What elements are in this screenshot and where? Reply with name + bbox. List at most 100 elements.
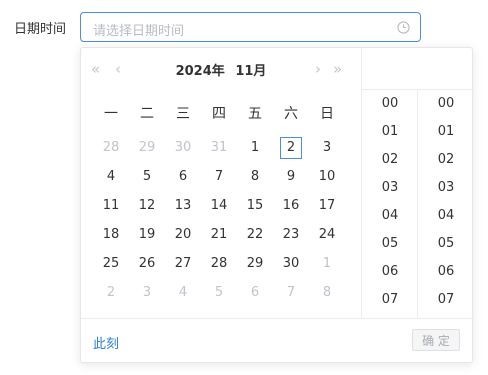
calendar-day[interactable]: 7: [273, 278, 309, 307]
hour-option[interactable]: 03: [362, 174, 418, 202]
calendar-week: 18 19 20 21 22 23 24: [93, 220, 345, 249]
weekday-label: 四: [212, 106, 226, 122]
calendar-day[interactable]: 30: [165, 133, 201, 162]
minute-option[interactable]: 01: [418, 118, 474, 146]
day-number: 7: [286, 285, 296, 300]
day-number: 20: [174, 227, 192, 242]
minute-option[interactable]: 05: [418, 230, 474, 258]
minute-option[interactable]: 04: [418, 202, 474, 230]
calendar-day[interactable]: 30: [273, 249, 309, 278]
calendar-day[interactable]: 1: [309, 249, 345, 278]
day-number: 2: [280, 136, 302, 159]
day-number: 23: [282, 227, 300, 242]
hour-option[interactable]: 02: [362, 146, 418, 174]
calendar-day[interactable]: 29: [237, 249, 273, 278]
calendar-day[interactable]: 13: [165, 191, 201, 220]
minute-option[interactable]: 07: [418, 286, 474, 314]
day-number: 11: [102, 198, 120, 213]
weekday-label: 三: [176, 106, 190, 122]
calendar-day[interactable]: 7: [201, 162, 237, 191]
hour-option[interactable]: 01: [362, 118, 418, 146]
day-number: 14: [210, 198, 228, 213]
calendar-day[interactable]: 20: [165, 220, 201, 249]
hour-option[interactable]: 00: [362, 90, 418, 118]
calendar-day[interactable]: 18: [93, 220, 129, 249]
minute-option[interactable]: 00: [418, 90, 474, 118]
day-number: 8: [322, 285, 332, 300]
next-year-icon[interactable]: »: [333, 60, 342, 78]
weekday-label: 二: [140, 106, 154, 122]
calendar-day[interactable]: 22: [237, 220, 273, 249]
calendar-day[interactable]: 26: [129, 249, 165, 278]
day-number: 5: [142, 169, 152, 184]
hour-list[interactable]: 00 01 02 03 04 05 06 07: [362, 90, 418, 314]
now-link[interactable]: 此刻: [93, 333, 119, 352]
calendar-day[interactable]: 21: [201, 220, 237, 249]
calendar-day[interactable]: 8: [237, 162, 273, 191]
calendar-day[interactable]: 6: [237, 278, 273, 307]
day-number: 5: [214, 285, 224, 300]
year-label[interactable]: 2024年: [176, 64, 225, 79]
calendar-day[interactable]: 28: [201, 249, 237, 278]
calendar-day[interactable]: 15: [237, 191, 273, 220]
day-number: 26: [138, 256, 156, 271]
calendar-day[interactable]: 27: [165, 249, 201, 278]
hour-option[interactable]: 05: [362, 230, 418, 258]
weekday-label: 六: [284, 106, 298, 122]
calendar-day[interactable]: 23: [273, 220, 309, 249]
calendar-day[interactable]: 2: [93, 278, 129, 307]
calendar-week: 4 5 6 7 8 9 10: [93, 162, 345, 191]
day-number: 4: [178, 285, 188, 300]
calendar-week: 11 12 13 14 15 16 17: [93, 191, 345, 220]
hour-option[interactable]: 04: [362, 202, 418, 230]
hour-option[interactable]: 07: [362, 286, 418, 314]
calendar-day-selected[interactable]: 2: [273, 133, 309, 162]
minute-option[interactable]: 06: [418, 258, 474, 286]
calendar-week: 25 26 27 28 29 30 1: [93, 249, 345, 278]
datetime-input[interactable]: 请选择日期时间: [80, 12, 421, 42]
calendar-day[interactable]: 28: [93, 133, 129, 162]
calendar-day[interactable]: 31: [201, 133, 237, 162]
month-label[interactable]: 11月: [235, 64, 266, 79]
calendar-day[interactable]: 5: [201, 278, 237, 307]
calendar-day[interactable]: 10: [309, 162, 345, 191]
calendar-header: « ‹ 2024年 11月 › »: [81, 48, 361, 90]
calendar-day[interactable]: 4: [165, 278, 201, 307]
calendar-grid: 28 29 30 31 1 2 3 4 5 6 7 8 9 10 11 12 13 14 15 16 17 18 19 20 2…: [93, 133, 345, 307]
calendar-day[interactable]: 14: [201, 191, 237, 220]
day-number: 10: [318, 169, 336, 184]
day-number: 2: [106, 285, 116, 300]
minute-list[interactable]: 00 01 02 03 04 05 06 07: [418, 90, 474, 314]
calendar-day[interactable]: 19: [129, 220, 165, 249]
day-number: 13: [174, 198, 192, 213]
next-month-icon[interactable]: ›: [315, 60, 321, 78]
calendar-week: 2 3 4 5 6 7 8: [93, 278, 345, 307]
day-number: 30: [282, 256, 300, 271]
minute-option[interactable]: 03: [418, 174, 474, 202]
calendar-day[interactable]: 24: [309, 220, 345, 249]
calendar-day[interactable]: 12: [129, 191, 165, 220]
confirm-button[interactable]: 确 定: [412, 329, 460, 351]
minute-option[interactable]: 02: [418, 146, 474, 174]
calendar-day[interactable]: 25: [93, 249, 129, 278]
calendar-day[interactable]: 6: [165, 162, 201, 191]
calendar-day[interactable]: 17: [309, 191, 345, 220]
calendar-day[interactable]: 3: [309, 133, 345, 162]
calendar-day[interactable]: 16: [273, 191, 309, 220]
weekday-label: 一: [104, 106, 118, 122]
day-number: 4: [106, 169, 116, 184]
calendar-day[interactable]: 9: [273, 162, 309, 191]
calendar-day[interactable]: 29: [129, 133, 165, 162]
input-placeholder: 请选择日期时间: [93, 24, 185, 39]
calendar-day[interactable]: 1: [237, 133, 273, 162]
hour-option[interactable]: 06: [362, 258, 418, 286]
divider: [81, 318, 474, 319]
calendar-day[interactable]: 5: [129, 162, 165, 191]
day-number: 18: [102, 227, 120, 242]
calendar-day[interactable]: 11: [93, 191, 129, 220]
calendar-day[interactable]: 3: [129, 278, 165, 307]
calendar-day[interactable]: 4: [93, 162, 129, 191]
day-number: 29: [138, 140, 156, 155]
day-number: 3: [142, 285, 152, 300]
calendar-day[interactable]: 8: [309, 278, 345, 307]
